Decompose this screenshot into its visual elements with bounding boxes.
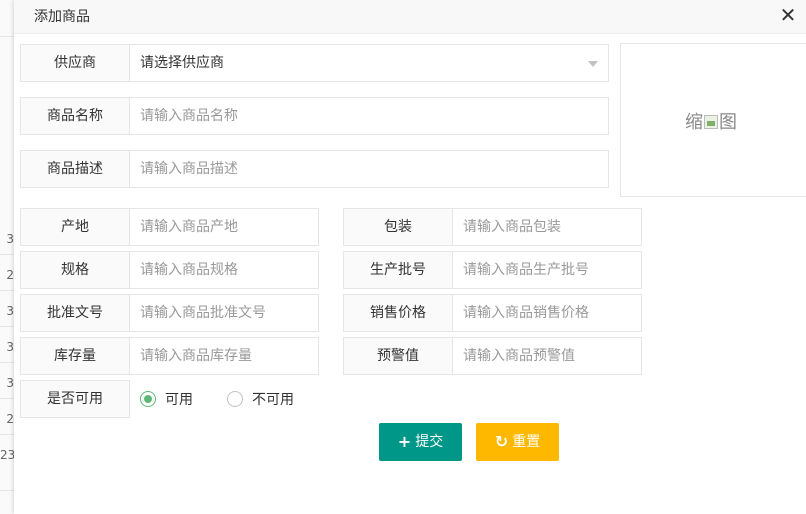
supplier-label: 供应商 (20, 44, 130, 82)
radio-available-label: 可用 (165, 392, 193, 408)
radio-available[interactable]: 可用 (140, 389, 193, 409)
available-radio-group: 可用 不可用 (140, 380, 328, 418)
row-divider (0, 398, 14, 399)
row-fragment: 2 (6, 268, 14, 282)
plus-icon: + (397, 432, 412, 451)
spec-label: 规格 (20, 251, 130, 289)
thumbnail-alt-text-start: 缩 (685, 112, 703, 133)
stock-input[interactable]: 请输入商品库存量 (130, 337, 319, 375)
reset-button[interactable]: ↻ 重置 (476, 423, 559, 461)
sale-price-input[interactable]: 请输入商品销售价格 (453, 294, 642, 332)
origin-label: 产地 (20, 208, 130, 246)
approval-no-input[interactable]: 请输入商品批准文号 (130, 294, 319, 332)
broken-image-icon (704, 115, 718, 129)
thumbnail-alt-text-end: 图 (719, 112, 737, 133)
background-table-edge: 3 2 3 3 3 2 23 (0, 0, 16, 514)
name-input[interactable]: 请输入商品名称 (130, 97, 609, 135)
row-fragment: 23 (0, 448, 16, 462)
supplier-select[interactable]: 请选择供应商 (130, 44, 609, 82)
row-divider (0, 36, 14, 37)
row-divider (0, 434, 14, 435)
row-fragment: 2 (6, 412, 14, 426)
alert-value-label: 预警值 (343, 337, 453, 375)
reset-button-label: 重置 (512, 434, 541, 450)
batch-no-label: 生产批号 (343, 251, 453, 289)
thumbnail-alt-text: 缩图 (685, 108, 737, 134)
packaging-input[interactable]: 请输入商品包装 (453, 208, 642, 246)
approval-no-label: 批准文号 (20, 294, 130, 332)
row-fragment: 3 (6, 304, 14, 318)
radio-unavailable[interactable]: 不可用 (227, 389, 294, 409)
dialog-header: 添加商品 ✕ (14, 0, 806, 34)
form-item-description: 商品描述 请输入商品描述 (20, 150, 609, 188)
submit-button[interactable]: + 提交 (379, 423, 462, 461)
radio-unavailable-label: 不可用 (252, 392, 294, 408)
form-item-batch-no: 生产批号 请输入商品生产批号 (343, 251, 642, 289)
row-fragment: 3 (6, 232, 14, 246)
row-divider (0, 290, 14, 291)
form-item-sale-price: 销售价格 请输入商品销售价格 (343, 294, 642, 332)
packaging-label: 包装 (343, 208, 453, 246)
chevron-down-icon (588, 61, 598, 67)
close-icon[interactable]: ✕ (778, 5, 798, 25)
form-item-packaging: 包装 请输入商品包装 (343, 208, 642, 246)
description-label: 商品描述 (20, 150, 130, 188)
spec-input[interactable]: 请输入商品规格 (130, 251, 319, 289)
row-divider (0, 254, 14, 255)
form-item-name: 商品名称 请输入商品名称 (20, 97, 609, 135)
dialog-title: 添加商品 (34, 9, 90, 25)
description-input[interactable]: 请输入商品描述 (130, 150, 609, 188)
form-item-available: 是否可用 (20, 380, 130, 418)
available-label: 是否可用 (20, 380, 130, 418)
radio-checked-icon (140, 391, 156, 407)
refresh-icon: ↻ (494, 432, 509, 451)
origin-input[interactable]: 请输入商品产地 (130, 208, 319, 246)
form-item-spec: 规格 请输入商品规格 (20, 251, 319, 289)
alert-value-input[interactable]: 请输入商品预警值 (453, 337, 642, 375)
row-fragment: 3 (6, 376, 14, 390)
form-item-stock: 库存量 请输入商品库存量 (20, 337, 319, 375)
name-label: 商品名称 (20, 97, 130, 135)
form-item-alert-value: 预警值 请输入商品预警值 (343, 337, 642, 375)
batch-no-input[interactable]: 请输入商品生产批号 (453, 251, 642, 289)
row-divider (0, 326, 14, 327)
row-divider (0, 490, 14, 491)
form-item-origin: 产地 请输入商品产地 (20, 208, 319, 246)
submit-button-label: 提交 (415, 434, 444, 450)
add-product-dialog: 添加商品 ✕ 供应商 请选择供应商 商品名称 请输入商品名称 商品描述 请输入商… (14, 0, 806, 514)
sale-price-label: 销售价格 (343, 294, 453, 332)
form-item-supplier: 供应商 请选择供应商 (20, 44, 609, 82)
radio-unchecked-icon (227, 391, 243, 407)
row-fragment: 3 (6, 340, 14, 354)
row-divider (0, 362, 14, 363)
thumbnail-preview[interactable]: 缩图 (620, 43, 806, 197)
supplier-select-value: 请选择供应商 (140, 55, 224, 71)
stock-label: 库存量 (20, 337, 130, 375)
form-item-approval-no: 批准文号 请输入商品批准文号 (20, 294, 319, 332)
